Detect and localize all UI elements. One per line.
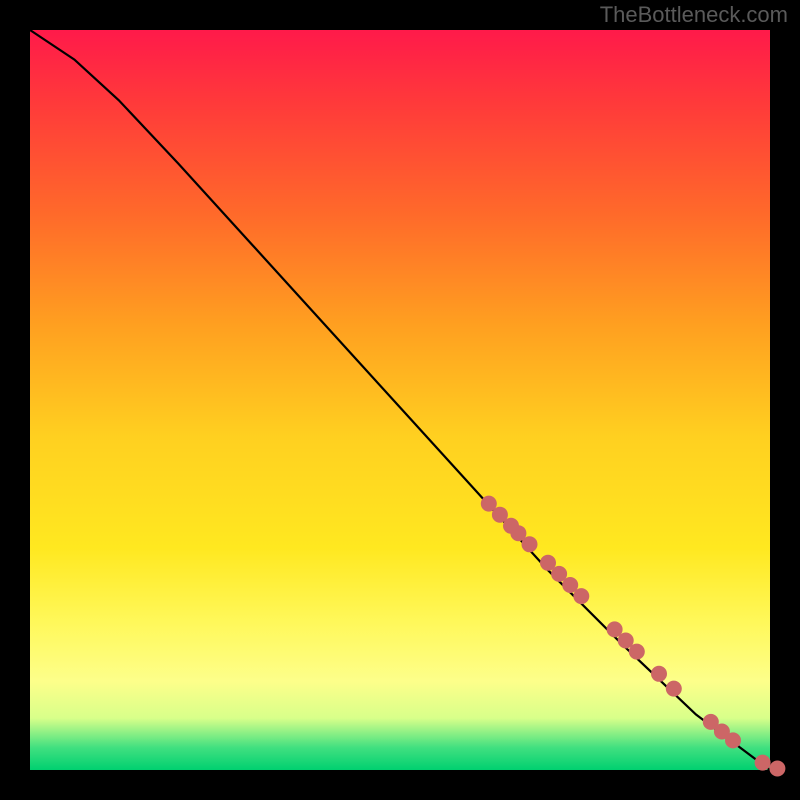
chart-svg [30, 30, 770, 770]
data-marker [522, 536, 538, 552]
marker-group [481, 496, 786, 777]
plot-area [30, 30, 770, 770]
watermark-text: TheBottleneck.com [600, 2, 788, 28]
data-marker [666, 681, 682, 697]
data-marker [755, 755, 771, 771]
data-marker [769, 761, 785, 777]
data-marker [651, 666, 667, 682]
curve-line [30, 30, 770, 770]
data-marker [725, 732, 741, 748]
data-marker [573, 588, 589, 604]
data-marker [629, 644, 645, 660]
